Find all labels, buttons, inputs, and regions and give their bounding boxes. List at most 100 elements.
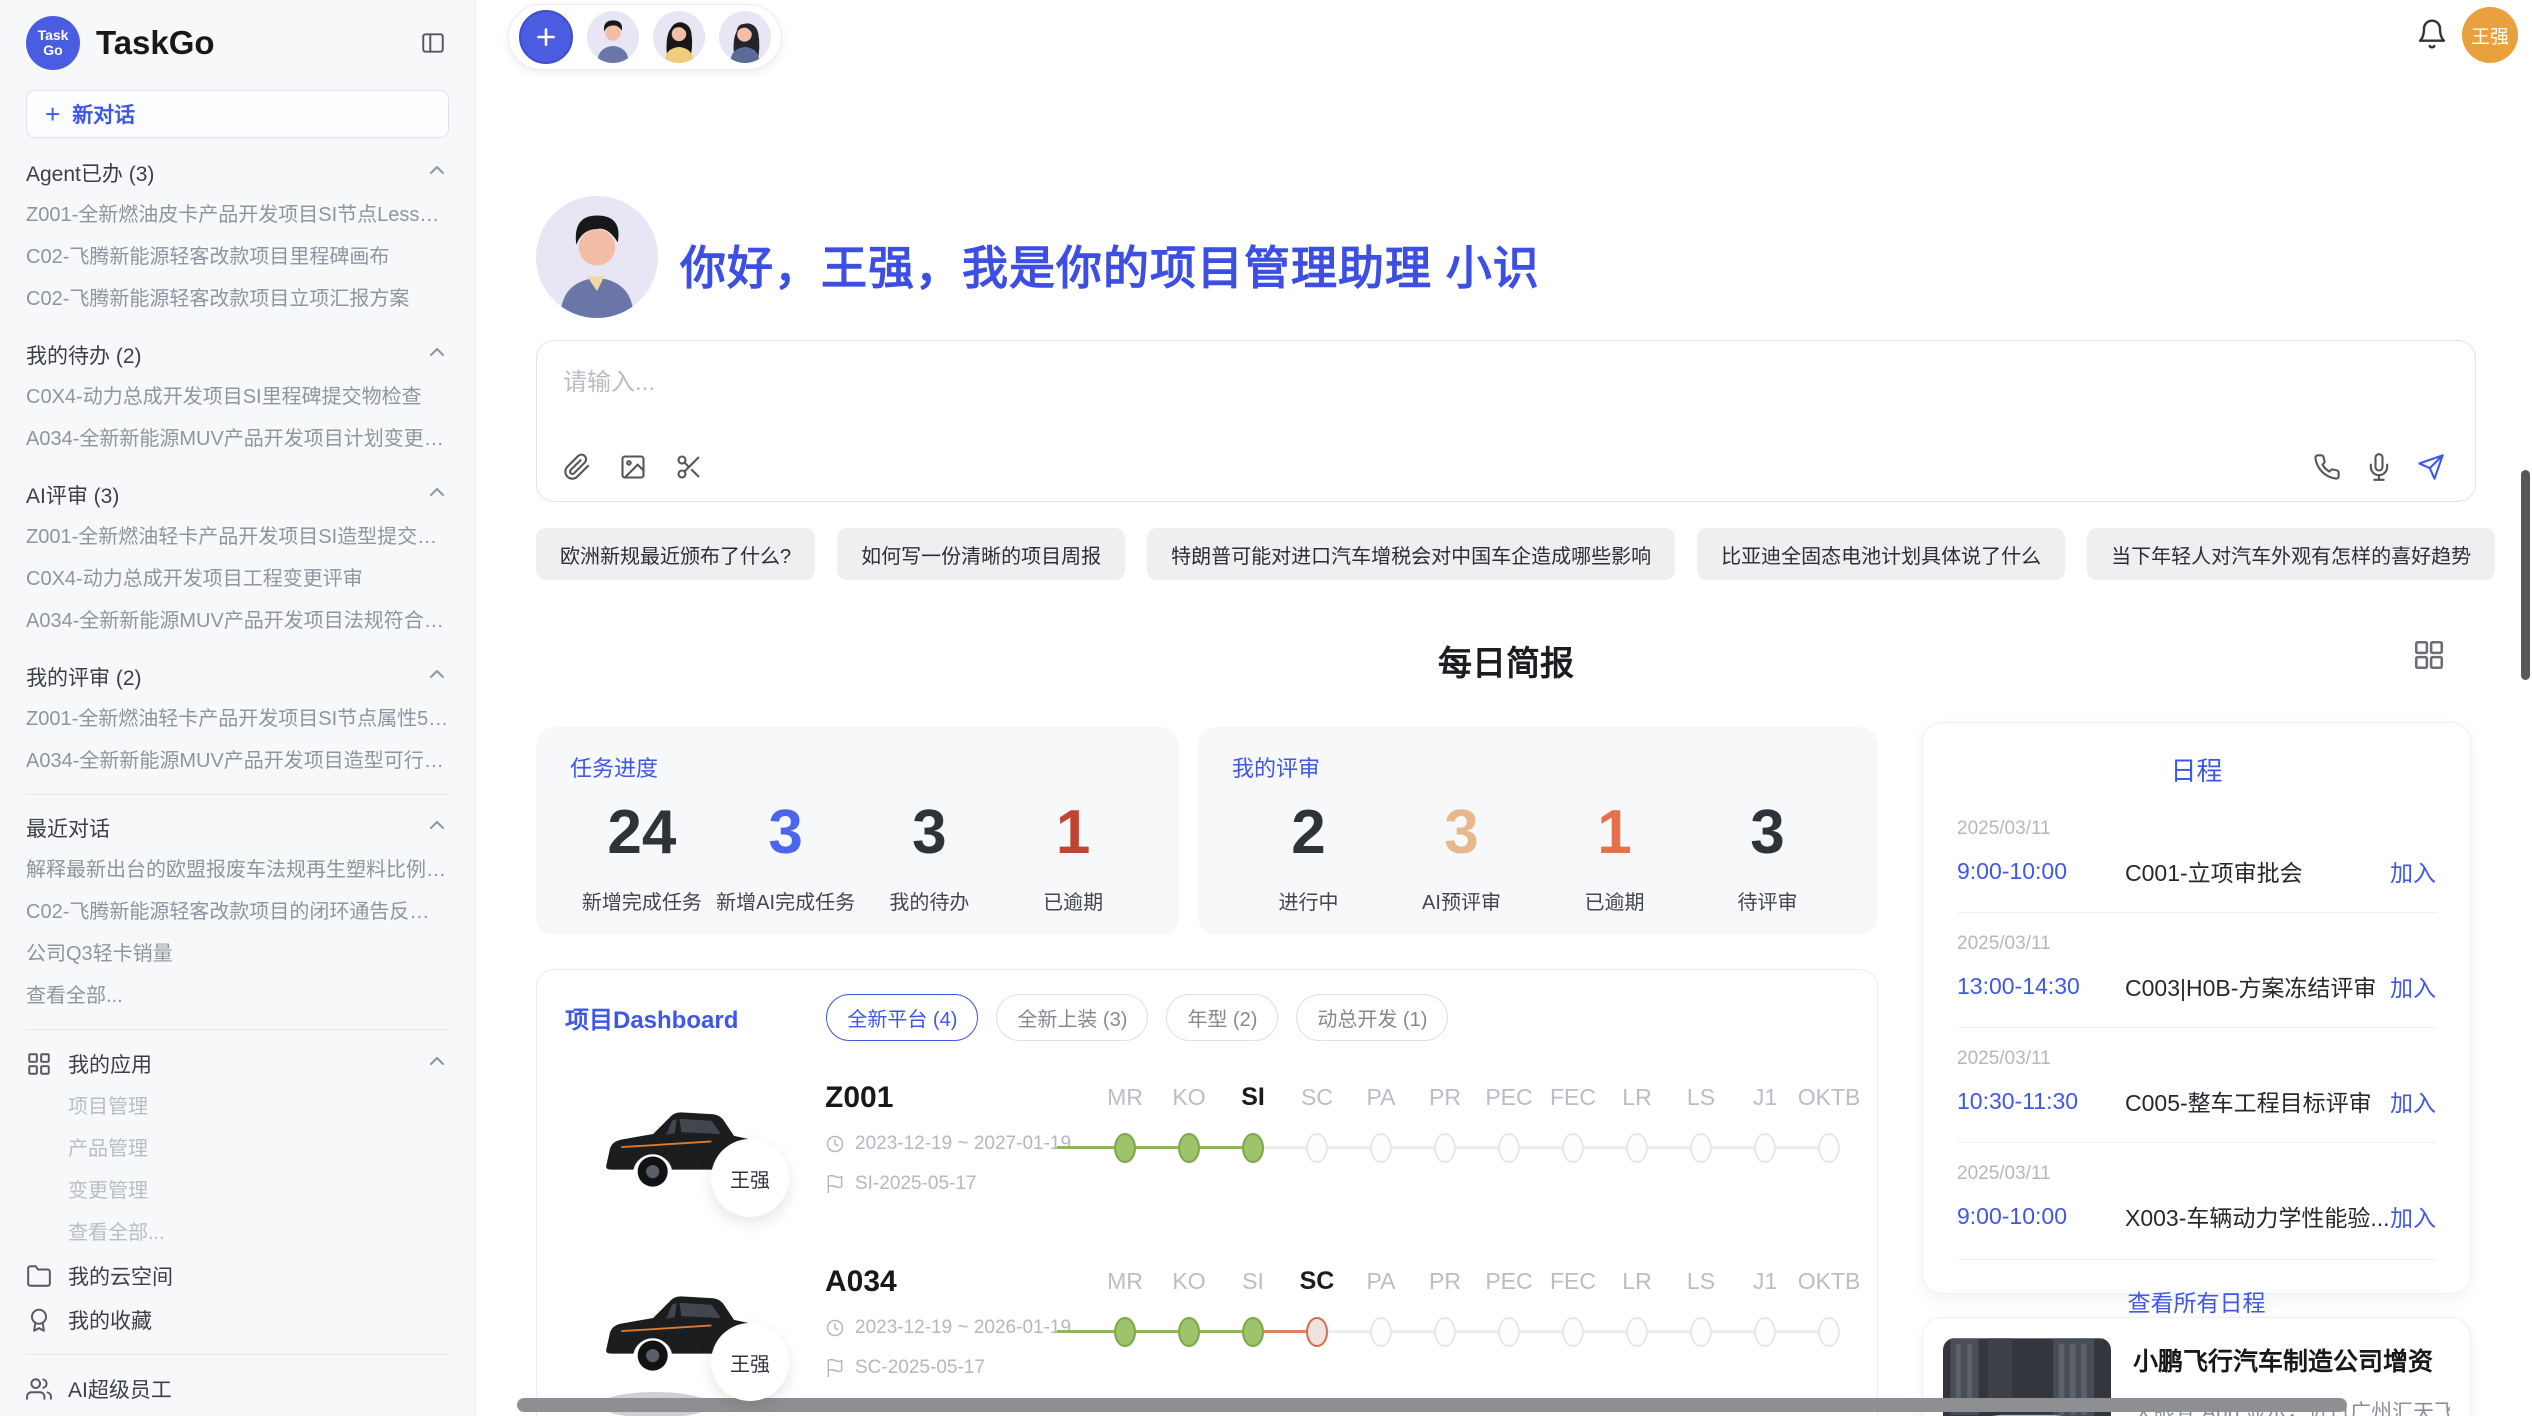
milestone-dot — [1690, 1317, 1712, 1347]
recent-chat-item[interactable]: 公司Q3轻卡销量 — [26, 933, 449, 975]
suggestion-chip[interactable]: 当下年轻人对汽车外观有怎样的喜好趋势 — [2087, 528, 2495, 580]
star-badge-icon — [26, 1307, 52, 1333]
project-code: A034 — [825, 1265, 1071, 1299]
suggestion-chip[interactable]: 如何写一份清晰的项目周报 — [837, 528, 1125, 580]
collapse-sidebar-icon[interactable] — [417, 27, 449, 59]
horizontal-scrollbar[interactable] — [517, 1398, 2347, 1412]
join-meeting-link[interactable]: 加入 — [2390, 1199, 2436, 1233]
logo-line2: Go — [43, 43, 62, 58]
section-header[interactable]: 我的评审 (2) — [26, 656, 449, 698]
suggestion-chip[interactable]: 欧洲新规最近颁布了什么? — [536, 528, 815, 580]
milestone-dot — [1178, 1317, 1200, 1347]
project-row-z001[interactable]: 王强 Z001 2023-12-19 ~ 2027-01-19 SI-2025-… — [565, 1079, 1849, 1229]
attachment-toolbar — [563, 453, 703, 481]
suggestion-chips: 欧洲新规最近颁布了什么? 如何写一份清晰的项目周报 特朗普可能对进口汽车增税会对… — [536, 528, 2476, 580]
send-icon[interactable] — [2417, 453, 2445, 481]
sidebar: Task Go TaskGo + 新对话 Agent已办 (3) Z001-全新… — [0, 0, 476, 1416]
chat-input[interactable] — [563, 369, 1963, 397]
filter-chip-upfit[interactable]: 全新上装 (3) — [996, 994, 1148, 1041]
schedule-name: C003|H0B-方案冻结评审 — [2125, 969, 2390, 1003]
sidebar-task-item[interactable]: C0X4-动力总成开发项目SI里程碑提交物检查 — [26, 376, 449, 418]
sidebar-task-item[interactable]: Z001-全新燃油轻卡产品开发项目SI造型提交物评审 — [26, 516, 449, 558]
section-header[interactable]: 我的待办 (2) — [26, 334, 449, 376]
milestone-dot — [1242, 1133, 1264, 1163]
chevron-up-icon — [425, 340, 449, 370]
filter-chip-modelyear[interactable]: 年型 (2) — [1166, 994, 1278, 1041]
my-apps-header[interactable]: 我的应用 — [26, 1042, 449, 1086]
milestone-pec: PEC — [1477, 1263, 1541, 1383]
microphone-icon[interactable] — [2365, 453, 2393, 481]
section-my-todo: 我的待办 (2) C0X4-动力总成开发项目SI里程碑提交物检查 A034-全新… — [26, 334, 449, 460]
recent-chat-item[interactable]: C02-飞腾新能源轻客改款项目的闭环通告反馈情况 — [26, 891, 449, 933]
milestone-dot — [1306, 1317, 1328, 1347]
filter-chip-powertrain[interactable]: 动总开发 (1) — [1296, 994, 1448, 1041]
join-meeting-link[interactable]: 加入 — [2390, 969, 2436, 1003]
layout-grid-icon[interactable] — [2412, 638, 2446, 672]
milestone-pa: PA — [1349, 1263, 1413, 1383]
chat-input-card — [536, 340, 2476, 502]
milestone-dot — [1818, 1317, 1840, 1347]
image-icon[interactable] — [619, 453, 647, 481]
sidebar-task-item[interactable]: C0X4-动力总成开发项目工程变更评审 — [26, 558, 449, 600]
join-meeting-link[interactable]: 加入 — [2390, 854, 2436, 888]
milestone-dot — [1114, 1133, 1136, 1163]
app-item-product-mgmt[interactable]: 产品管理 — [26, 1128, 449, 1170]
sidebar-task-item[interactable]: C02-飞腾新能源轻客改款项目立项汇报方案 — [26, 278, 449, 320]
app-item-project-mgmt[interactable]: 项目管理 — [26, 1086, 449, 1128]
flag-icon — [825, 1358, 845, 1378]
scissors-icon[interactable] — [675, 453, 703, 481]
view-all-apps-link[interactable]: 查看全部... — [26, 1212, 449, 1254]
sidebar-task-item[interactable]: C02-飞腾新能源轻客改款项目里程碑画布 — [26, 236, 449, 278]
schedule-time: 10:30-11:30 — [1957, 1088, 2125, 1115]
milestone-fec: FEC — [1541, 1263, 1605, 1383]
dashboard-header: 项目Dashboard 全新平台 (4) 全新上装 (3) 年型 (2) 动总开… — [565, 994, 1849, 1041]
join-meeting-link[interactable]: 加入 — [2390, 1084, 2436, 1118]
section-header[interactable]: 最近对话 — [26, 807, 449, 849]
schedule-name: C005-整车工程目标评审 — [2125, 1084, 2390, 1118]
chat-avatar-2[interactable] — [653, 11, 705, 63]
briefing-cards: 任务进度 24 新增完成任务 3 新增AI完成任务 3 我的待办 1 已逾期 — [536, 727, 1878, 935]
flag-icon — [825, 1174, 845, 1194]
phone-icon[interactable] — [2313, 453, 2341, 481]
stat-overdue: 1 已逾期 — [1001, 791, 1145, 915]
milestone-dot — [1626, 1317, 1648, 1347]
sidebar-task-item[interactable]: Z001-全新燃油轻卡产品开发项目SI节点属性5D文件评审 — [26, 698, 449, 740]
add-chat-button[interactable] — [519, 10, 573, 64]
dashboard-filters: 全新平台 (4) 全新上装 (3) 年型 (2) 动总开发 (1) — [826, 994, 1448, 1041]
greeting-text: 你好，王强，我是你的项目管理助理 小识 — [680, 232, 1540, 298]
recent-chat-item[interactable]: 解释最新出台的欧盟报废车法规再生塑料比例被调至15%... — [26, 849, 449, 891]
section-my-apps: 我的应用 项目管理 产品管理 变更管理 查看全部... 我的云空间 我的收藏 — [26, 1042, 449, 1342]
view-all-chats-link[interactable]: 查看全部... — [26, 975, 449, 1017]
view-all-schedule-link[interactable]: 查看所有日程 — [1957, 1259, 2436, 1318]
section-header[interactable]: AI评审 (3) — [26, 474, 449, 516]
my-cloud-space[interactable]: 我的云空间 — [26, 1254, 449, 1298]
chat-avatar-3[interactable] — [719, 11, 771, 63]
milestone-track: MRKOSISCPAPRPECFECLRLSJ1OKTB — [1093, 1079, 1861, 1199]
my-favorites[interactable]: 我的收藏 — [26, 1298, 449, 1342]
chevron-up-icon — [425, 813, 449, 843]
help-me-write[interactable]: 帮我写作 — [26, 1411, 449, 1416]
sidebar-task-item[interactable]: A034-全新新能源MUV产品开发项目造型可行性评审 — [26, 740, 449, 782]
paperclip-icon[interactable] — [563, 453, 591, 481]
sidebar-task-item[interactable]: A034-全新新能源MUV产品开发项目计划变更表编写 — [26, 418, 449, 460]
vertical-scrollbar[interactable] — [2521, 470, 2530, 680]
chat-tabs-bar — [508, 4, 782, 70]
app-item-change-mgmt[interactable]: 变更管理 — [26, 1170, 449, 1212]
section-header[interactable]: Agent已办 (3) — [26, 152, 449, 194]
ai-super-employee[interactable]: AI超级员工 — [26, 1367, 449, 1411]
sidebar-task-item[interactable]: Z001-全新燃油皮卡产品开发项目SI节点Lesson Learn报告 — [26, 194, 449, 236]
suggestion-chip[interactable]: 比亚迪全固态电池计划具体说了什么 — [1697, 528, 2065, 580]
suggestion-chip[interactable]: 特朗普可能对进口汽车增税会对中国车企造成哪些影响 — [1147, 528, 1675, 580]
filter-chip-platform[interactable]: 全新平台 (4) — [826, 994, 978, 1041]
schedule-name: C001-立项审批会 — [2125, 854, 2390, 888]
sidebar-task-item[interactable]: A034-全新新能源MUV产品开发项目法规符合性评审 — [26, 600, 449, 642]
app-window: Task Go TaskGo + 新对话 Agent已办 (3) Z001-全新… — [0, 0, 2532, 1416]
stat-in-progress: 2 进行中 — [1232, 791, 1385, 915]
stat-ai-prereview: 3 AI预评审 — [1385, 791, 1538, 915]
chat-avatar-1[interactable] — [587, 11, 639, 63]
notification-bell-icon[interactable] — [2416, 18, 2450, 52]
project-row-a034[interactable]: 王强 A034 2023-12-19 ~ 2026-01-19 SC-2025-… — [565, 1263, 1849, 1413]
user-avatar[interactable]: 王强 — [2462, 7, 2518, 63]
new-chat-button[interactable]: + 新对话 — [26, 90, 449, 138]
stat-new-done: 24 新增完成任务 — [570, 791, 714, 915]
